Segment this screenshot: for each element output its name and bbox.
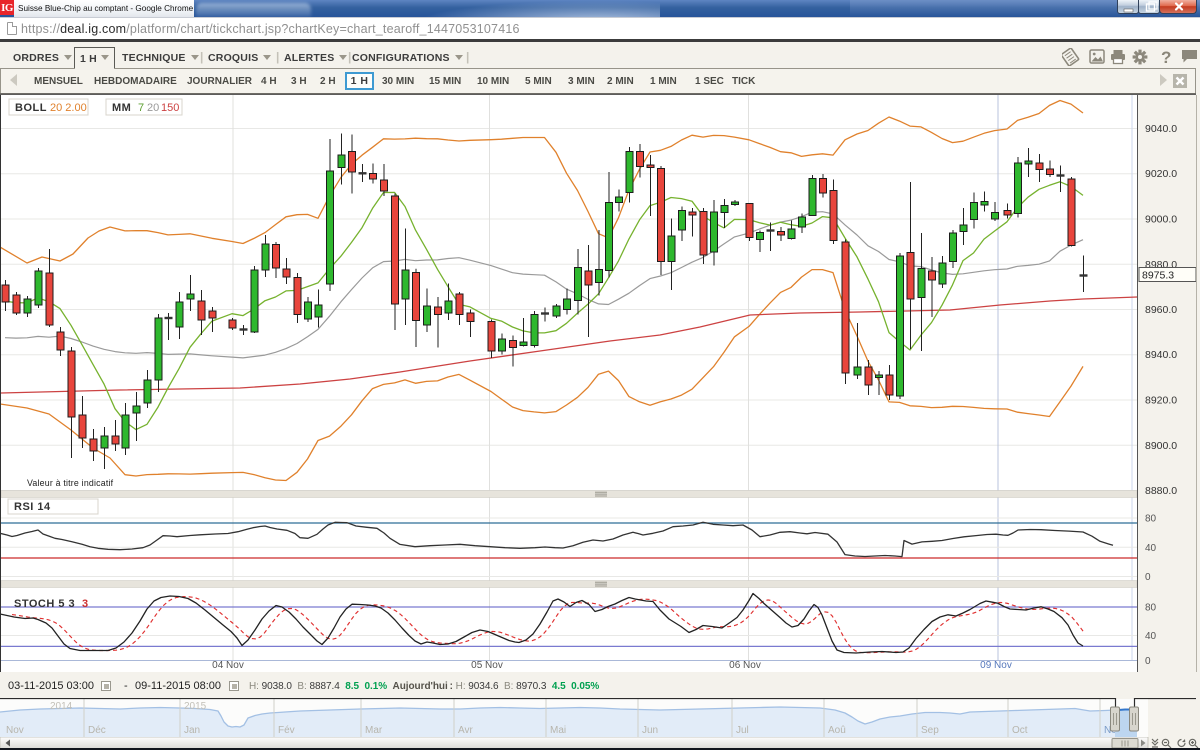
- svg-text:8880.0: 8880.0: [1145, 485, 1177, 497]
- svg-text:Déc: Déc: [88, 725, 106, 736]
- svg-text:150: 150: [161, 102, 179, 114]
- svg-text:20: 20: [147, 102, 159, 114]
- svg-text:05 Nov: 05 Nov: [471, 660, 503, 671]
- svg-text:80: 80: [1145, 514, 1157, 525]
- svg-text:3: 3: [82, 598, 88, 610]
- svg-text:8900.0: 8900.0: [1145, 440, 1177, 452]
- svg-text:0: 0: [1145, 572, 1151, 583]
- svg-text:MM: MM: [112, 102, 131, 114]
- svg-text:2015: 2015: [184, 701, 207, 712]
- svg-text:Valeur à titre indicatif: Valeur à titre indicatif: [27, 478, 114, 488]
- svg-text:2014: 2014: [50, 701, 73, 712]
- svg-text:Fév: Fév: [278, 725, 295, 736]
- svg-text:8960.0: 8960.0: [1145, 304, 1177, 316]
- svg-text:Jan: Jan: [184, 725, 200, 736]
- svg-text:Nov: Nov: [6, 725, 24, 736]
- svg-text:Jul: Jul: [736, 725, 749, 736]
- svg-text:20 2.00: 20 2.00: [50, 102, 87, 114]
- svg-text:Avr: Avr: [458, 725, 473, 736]
- svg-text:8920.0: 8920.0: [1145, 395, 1177, 407]
- svg-text:STOCH 5 3: STOCH 5 3: [14, 598, 75, 610]
- svg-text:09 Nov: 09 Nov: [980, 660, 1012, 671]
- svg-text:0: 0: [1145, 656, 1151, 667]
- svg-text:40: 40: [1145, 631, 1157, 642]
- svg-text:06 Nov: 06 Nov: [729, 660, 761, 671]
- svg-text:8940.0: 8940.0: [1145, 349, 1177, 361]
- svg-text:RSI 14: RSI 14: [14, 501, 51, 513]
- svg-text:Oct: Oct: [1012, 725, 1028, 736]
- svg-text:Jun: Jun: [642, 725, 658, 736]
- svg-text:BOLL: BOLL: [15, 102, 47, 114]
- svg-text:8975.3: 8975.3: [1142, 270, 1174, 282]
- svg-text:Sep: Sep: [921, 725, 939, 736]
- svg-text:04 Nov: 04 Nov: [212, 660, 244, 671]
- svg-text:9020.0: 9020.0: [1145, 168, 1177, 180]
- svg-text:9000.0: 9000.0: [1145, 214, 1177, 226]
- svg-text:Mar: Mar: [365, 725, 383, 736]
- svg-text:Aoû: Aoû: [828, 725, 846, 736]
- svg-text:80: 80: [1145, 603, 1157, 614]
- svg-text:40: 40: [1145, 543, 1157, 554]
- svg-text:Mai: Mai: [550, 725, 566, 736]
- svg-text:9040.0: 9040.0: [1145, 123, 1177, 135]
- svg-text:7: 7: [138, 102, 144, 114]
